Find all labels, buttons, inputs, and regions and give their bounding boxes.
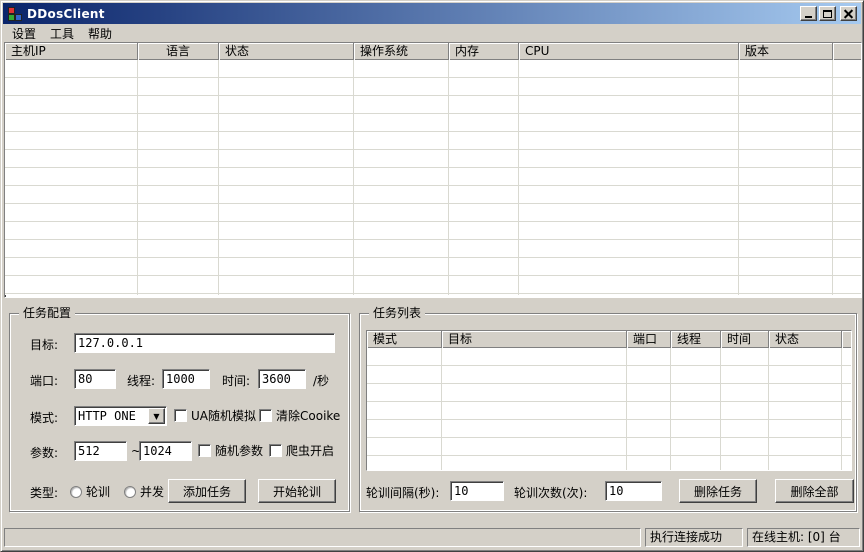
delete-task-button[interactable]: 删除任务 — [679, 479, 757, 503]
start-poll-button[interactable]: 开始轮训 — [258, 479, 336, 503]
time-input[interactable] — [258, 369, 306, 389]
checkbox-box — [174, 409, 187, 422]
threads-input[interactable] — [162, 369, 210, 389]
concurrent-radio-label: 并发 — [140, 483, 164, 500]
task-col-time[interactable]: 时间 — [721, 331, 769, 348]
host-list-body[interactable] — [5, 60, 861, 295]
random-param-label: 随机参数 — [215, 442, 263, 459]
task-col-target[interactable]: 目标 — [442, 331, 627, 348]
checkbox-box — [269, 444, 282, 457]
mode-label: 模式: — [30, 409, 58, 426]
host-list-grid-rows — [5, 60, 861, 295]
type-label: 类型: — [30, 484, 58, 501]
close-icon — [844, 9, 853, 18]
concurrent-radio[interactable]: 并发 — [124, 483, 164, 500]
window-title: DDosClient — [27, 7, 105, 21]
menu-tools[interactable]: 工具 — [43, 23, 81, 44]
add-task-button[interactable]: 添加任务 — [168, 479, 246, 503]
app-window: DDosClient 设置 工具 帮助 主机IP 语言 状态 操作系统 内存 C… — [0, 0, 864, 552]
task-col-port[interactable]: 端口 — [627, 331, 671, 348]
task-list-legend: 任务列表 — [369, 306, 425, 320]
target-label: 目标: — [30, 336, 58, 353]
chevron-down-icon: ▼ — [153, 412, 159, 421]
task-col-threads[interactable]: 线程 — [671, 331, 721, 348]
task-list-view[interactable]: 模式 目标 端口 线程 时间 状态 — [366, 330, 852, 471]
col-header-language[interactable]: 语言 — [138, 43, 219, 60]
time-label: 时间: — [222, 372, 250, 389]
task-list-body[interactable] — [367, 348, 851, 470]
clear-cookie-label: 清除Cooike — [276, 407, 340, 424]
checkbox-box — [259, 409, 272, 422]
task-col-status[interactable]: 状态 — [769, 331, 842, 348]
col-header-status[interactable]: 状态 — [219, 43, 354, 60]
poll-count-label: 轮训次数(次): — [514, 484, 587, 501]
crawler-label: 爬虫开启 — [286, 442, 334, 459]
port-input[interactable] — [74, 369, 116, 389]
param-max-input[interactable] — [139, 441, 192, 461]
title-bar[interactable]: DDosClient — [3, 3, 861, 24]
task-list-header: 模式 目标 端口 线程 时间 状态 — [367, 331, 851, 348]
status-panel-connection: 执行连接成功 — [645, 528, 743, 547]
minimize-icon — [805, 16, 812, 18]
params-label: 参数: — [30, 444, 58, 461]
task-col-mode[interactable]: 模式 — [367, 331, 442, 348]
menu-help[interactable]: 帮助 — [81, 23, 119, 44]
maximize-icon — [823, 10, 832, 18]
ua-random-label: UA随机模拟 — [191, 407, 256, 424]
delete-all-button[interactable]: 删除全部 — [775, 479, 854, 503]
poll-interval-label: 轮训间隔(秒): — [366, 484, 439, 501]
maximize-button[interactable] — [819, 6, 836, 21]
col-header-os[interactable]: 操作系统 — [354, 43, 449, 60]
task-config-group: 任务配置 目标: 端口: 线程: 时间: /秒 模式: HTTP ONE ▼ U… — [9, 313, 350, 512]
mode-selected-value: HTTP ONE — [75, 407, 148, 425]
task-list-grid-rows — [367, 348, 851, 470]
task-col-spare[interactable] — [842, 331, 851, 348]
close-button[interactable] — [840, 6, 857, 21]
port-label: 端口: — [30, 372, 58, 389]
param-min-input[interactable] — [74, 441, 127, 461]
poll-radio-label: 轮训 — [86, 483, 110, 500]
col-header-cpu[interactable]: CPU — [519, 43, 739, 60]
ua-random-checkbox[interactable]: UA随机模拟 — [174, 407, 256, 424]
crawler-checkbox[interactable]: 爬虫开启 — [269, 442, 334, 459]
minimize-button[interactable] — [800, 6, 817, 21]
poll-interval-input[interactable] — [450, 481, 504, 501]
menu-settings[interactable]: 设置 — [5, 23, 43, 44]
col-header-host-ip[interactable]: 主机IP — [5, 43, 138, 60]
menu-bar: 设置 工具 帮助 — [3, 24, 861, 42]
host-list-view[interactable]: 主机IP 语言 状态 操作系统 内存 CPU 版本 — [4, 42, 862, 298]
poll-radio[interactable]: 轮训 — [70, 483, 110, 500]
radio-circle — [70, 486, 82, 498]
threads-label: 线程: — [127, 372, 155, 389]
host-list-header: 主机IP 语言 状态 操作系统 内存 CPU 版本 — [5, 43, 861, 60]
status-bar: 执行连接成功 在线主机: [0] 台 — [3, 524, 861, 549]
mode-dropdown[interactable]: HTTP ONE ▼ — [74, 406, 167, 426]
task-list-group: 任务列表 模式 目标 端口 线程 时间 状态 — [359, 313, 857, 512]
time-unit-label: /秒 — [313, 372, 329, 389]
col-header-version[interactable]: 版本 — [739, 43, 833, 60]
poll-count-input[interactable] — [605, 481, 662, 501]
target-input[interactable] — [74, 333, 335, 353]
clear-cookie-checkbox[interactable]: 清除Cooike — [259, 407, 340, 424]
col-header-memory[interactable]: 内存 — [449, 43, 519, 60]
radio-circle — [124, 486, 136, 498]
status-panel-online-hosts: 在线主机: [0] 台 — [747, 528, 860, 547]
status-panel-left — [4, 528, 641, 547]
dropdown-button[interactable]: ▼ — [148, 408, 165, 424]
task-config-legend: 任务配置 — [19, 306, 75, 320]
col-header-spare[interactable] — [833, 43, 861, 60]
random-param-checkbox[interactable]: 随机参数 — [198, 442, 263, 459]
app-cubes-icon — [7, 6, 23, 22]
checkbox-box — [198, 444, 211, 457]
